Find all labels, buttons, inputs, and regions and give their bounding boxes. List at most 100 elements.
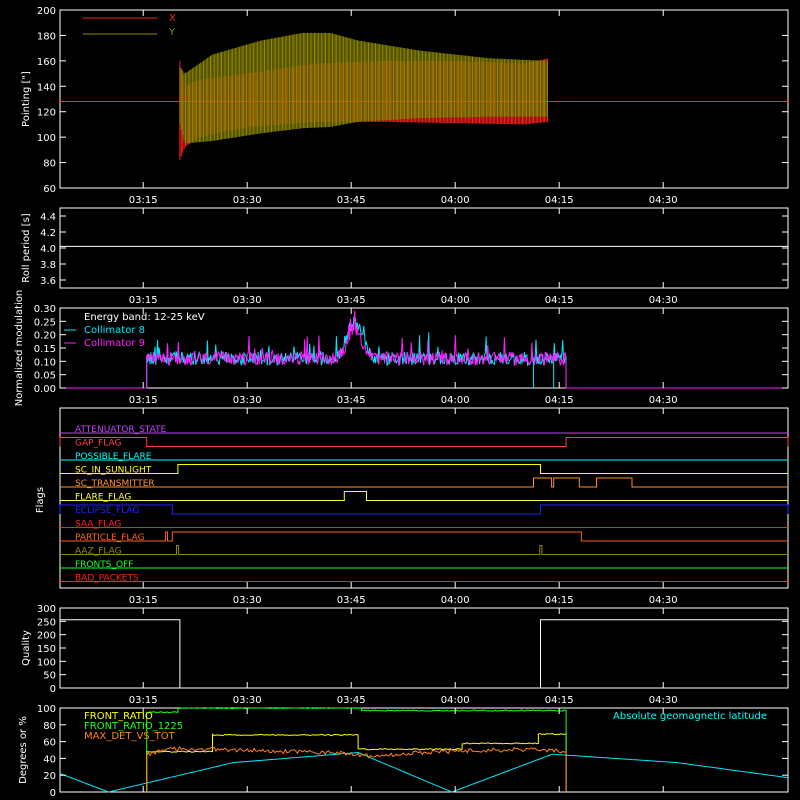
flag-label-bad-packets: BAD_PACKETS — [75, 574, 139, 584]
y-tick-label: 4.2 — [40, 228, 56, 239]
legend-x-label: X — [169, 13, 176, 24]
flag-label-particle-flag: PARTICLE_FLAG — [75, 533, 145, 543]
flag-line-particle-flag — [60, 531, 788, 542]
pointing-legend: X Y — [83, 13, 176, 38]
x-tick-label: 03:30 — [233, 195, 262, 206]
x-tick-label: 04:30 — [649, 295, 678, 306]
y-tick-label: 200 — [37, 631, 56, 642]
legend-y-label: Y — [168, 27, 176, 38]
x-tick-label: 03:15 — [129, 595, 158, 606]
quality-series — [60, 619, 788, 689]
y-tick-label: 3.6 — [40, 276, 56, 287]
x-tick-label: 04:30 — [649, 595, 678, 606]
roll-period-xtick-group: 03:15 03:30 03:45 04:00 04:15 04:30 — [129, 208, 678, 306]
pointing-y-series — [179, 32, 548, 144]
flag-label-aaz-flag: AAZ_FLAG — [75, 547, 122, 557]
y-tick-label: 100 — [37, 133, 56, 144]
y-tick-label: 120 — [37, 108, 56, 119]
panel-quality: 050100150200250300 03:15 03:30 03:45 04:00 0… — [21, 604, 789, 706]
x-tick-label: 03:30 — [233, 695, 262, 706]
modulation-series-collimator-8 — [60, 316, 788, 389]
geomag-max-det-vs-tot-series — [146, 745, 567, 792]
y-tick-label: 4.4 — [40, 212, 56, 223]
y-tick-label: 300 — [37, 604, 56, 615]
quality-ylabel: Quality — [21, 630, 32, 666]
roll-period-ytick-group: 3.6 3.8 4.0 4.2 4.4 — [40, 212, 788, 287]
panel-roll-period-frame — [59, 207, 789, 289]
x-tick-label: 04:00 — [441, 595, 470, 606]
y-tick-label: 0 — [50, 788, 56, 799]
x-tick-label: 03:15 — [129, 295, 158, 306]
x-tick-label: 04:30 — [649, 195, 678, 206]
flag-line-eclipse-flag — [59, 504, 789, 515]
legend-collimator-9-label: Collimator 9 — [84, 338, 145, 349]
flag-label-saa-flag: SAA_FLAG — [75, 520, 121, 530]
x-tick-label: 03:30 — [233, 295, 262, 306]
flag-label-sc-transmitter: SC_TRANSMITTER — [75, 479, 155, 489]
y-tick-label: 140 — [37, 82, 56, 93]
flags-plot-area: ATTENUATOR_STATE GAP_FLAG POSSIBLE_FLARE SC… — [59, 425, 789, 584]
x-tick-label: 04:15 — [545, 295, 574, 306]
panel-roll-period: 3.6 3.8 4.0 4.2 4.4 03:15 03:30 03:45 04:00 04:1… — [21, 207, 789, 306]
flag-label-possible-flare: POSSIBLE_FLARE — [75, 452, 152, 462]
panel-pointing: 60 80 100 120 140 160 180 200 03:15 03:30 03:45 04… — [21, 6, 789, 206]
x-tick-label: 03:15 — [129, 695, 158, 706]
pointing-plot-area — [60, 32, 788, 160]
x-tick-label: 04:15 — [545, 395, 574, 406]
flag-line-sc-transmitter — [60, 477, 788, 488]
flag-line-gap-flag — [59, 437, 789, 447]
x-tick-label: 03:45 — [337, 695, 366, 706]
y-tick-label: 160 — [37, 57, 56, 68]
x-tick-label: 04:00 — [441, 295, 470, 306]
flag-label-attenuator-state: ATTENUATOR_STATE — [75, 425, 167, 435]
panel-flags-frame — [59, 407, 789, 589]
x-tick-label: 04:15 — [545, 595, 574, 606]
x-tick-label: 04:00 — [441, 195, 470, 206]
y-tick-label: 50 — [43, 671, 56, 682]
legend-max-det-vs-tot-label: MAX_DET_VS_TOT — [84, 731, 176, 742]
y-tick-label: 4.0 — [40, 244, 56, 255]
y-tick-label: 0.20 — [34, 331, 56, 342]
x-tick-label: 04:30 — [649, 695, 678, 706]
pointing-ylabel: Pointing ["] — [21, 71, 32, 127]
panel-flags: ATTENUATOR_STATE GAP_FLAG POSSIBLE_FLARE SC… — [35, 407, 789, 606]
modulation-energy-band-label: Energy band: 12-25 keV — [84, 312, 205, 323]
flag-label-flare-flag: FLARE_FLAG — [75, 493, 131, 503]
y-tick-label: 0.05 — [34, 371, 56, 382]
quality-xtick-group: 03:15 03:30 03:45 04:00 04:15 04:30 — [129, 608, 678, 706]
geomag-latitude-annotation: Absolute geomagnetic latitude — [613, 711, 767, 722]
y-tick-label: 100 — [37, 704, 56, 715]
geomag-front-ratio-1225-series — [146, 707, 567, 792]
flag-line-flare-flag — [60, 491, 788, 501]
y-tick-label: 0.10 — [34, 357, 56, 368]
y-tick-label: 80 — [43, 721, 56, 732]
x-tick-label: 04:00 — [441, 395, 470, 406]
flag-label-sc-in-sunlight: SC_IN_SUNLIGHT — [75, 466, 152, 476]
y-tick-label: 60 — [43, 738, 56, 749]
flag-line-sc-in-sunlight — [60, 464, 788, 474]
flag-label-gap-flag: GAP_FLAG — [75, 439, 121, 449]
quality-plot-area — [60, 619, 788, 689]
x-tick-label: 03:45 — [337, 295, 366, 306]
geomag-latitude-series — [59, 751, 789, 793]
x-tick-label: 03:45 — [337, 595, 366, 606]
x-tick-label: 03:30 — [233, 595, 262, 606]
x-tick-label: 04:30 — [649, 395, 678, 406]
y-tick-label: 0 — [50, 684, 56, 695]
x-tick-label: 03:45 — [337, 195, 366, 206]
flag-label-eclipse-flag: ECLIPSE_FLAG — [75, 506, 139, 516]
y-tick-label: 150 — [37, 644, 56, 655]
y-tick-label: 40 — [43, 754, 56, 765]
x-tick-label: 04:15 — [545, 695, 574, 706]
panel-geomag: 020406080100 Degrees or % FRONT_RATIO FR… — [18, 704, 789, 799]
flags-ylabel: Flags — [35, 487, 46, 513]
geomag-ylabel: Degrees or % — [18, 716, 29, 784]
flag-label-fronts-off: FRONTS_OFF — [75, 560, 133, 570]
flag-line-aaz-flag — [60, 545, 788, 555]
quality-ytick-group: 0 50 100 150 200 250 300 — [37, 604, 788, 695]
y-tick-label: 3.8 — [40, 260, 56, 271]
y-tick-label: 0.15 — [34, 344, 56, 355]
y-tick-label: 100 — [37, 657, 56, 668]
x-tick-label: 03:30 — [233, 395, 262, 406]
x-tick-label: 03:15 — [129, 395, 158, 406]
